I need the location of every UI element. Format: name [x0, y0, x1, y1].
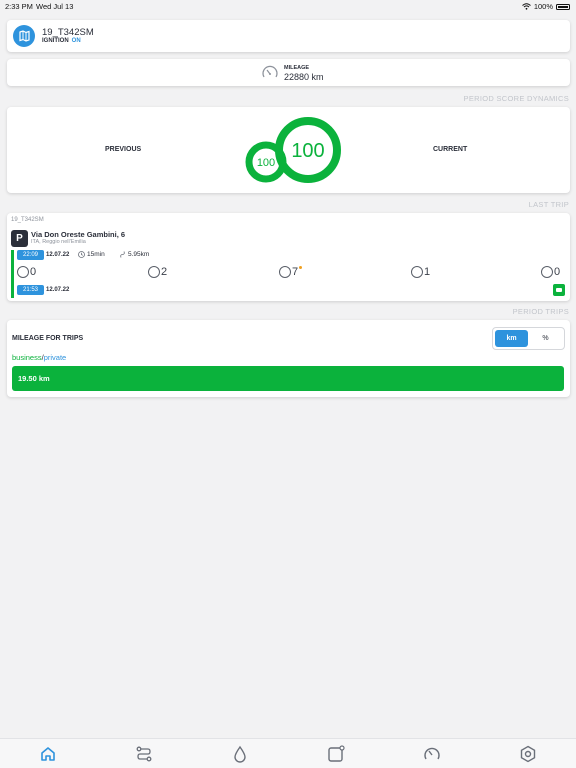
mileage-label: MILEAGE — [284, 65, 310, 71]
event-count: 2 — [161, 266, 168, 278]
section-title-period-trips: PERIOD TRIPS — [512, 307, 569, 316]
parking-icon: P — [11, 230, 28, 247]
last-trip-card[interactable]: 19_T342SM P Via Don Oreste Gambini, 6 IT… — [7, 213, 570, 301]
event-braking: 2 — [148, 266, 167, 278]
status-time: 2:33 PM — [5, 2, 33, 11]
tab-bar — [0, 738, 576, 768]
notes-icon[interactable] — [326, 744, 346, 764]
period-trips-title: MILEAGE FOR TRIPS — [12, 335, 84, 342]
event-count: 0 — [30, 266, 37, 278]
trip-distance-value: 5.95km — [128, 251, 150, 258]
trips-icon[interactable] — [134, 744, 154, 764]
battery-percent: 100% — [533, 2, 553, 11]
trip-distance: 5.95km — [119, 251, 149, 258]
battery-icon — [556, 3, 570, 10]
business-mileage-bar: 19.50 km — [12, 366, 564, 391]
score-card: PREVIOUS CURRENT 100 100 — [7, 107, 570, 193]
event-acceleration: 0 — [17, 266, 36, 278]
cornering-icon — [279, 266, 291, 278]
ignition-state: ON — [71, 38, 81, 44]
trip-address: Via Don Oreste Gambini, 6 — [31, 230, 126, 239]
trip-timeline-bar — [11, 250, 14, 298]
mileage-value: 22880 km — [284, 72, 324, 82]
legend-business: business — [12, 353, 42, 362]
unit-km-button[interactable]: km — [495, 330, 528, 347]
trip-start-date: 12.07.22 — [46, 287, 70, 293]
route-icon — [120, 251, 125, 258]
legend-private: private — [43, 353, 67, 362]
ignition-label: IGNITION — [42, 38, 69, 44]
event-cornering: 7 — [279, 266, 303, 278]
trip-duration-value: 15min — [87, 251, 105, 258]
unit-toggle[interactable]: km % — [492, 327, 565, 350]
trip-duration: 15min — [78, 251, 105, 258]
briefcase-icon — [553, 284, 565, 296]
home-icon[interactable] — [38, 744, 58, 764]
vehicle-card[interactable]: 19_T342SM IGNITION ON — [7, 20, 570, 52]
event-count: 7 — [292, 266, 299, 278]
trip-city: ITA, Reggio nell'Emilia — [31, 239, 86, 245]
trip-start-time: 21:53 — [17, 285, 44, 295]
trip-end-time: 22:09 — [17, 250, 44, 260]
previous-score-value: 100 — [257, 157, 275, 169]
trip-end-date: 12.07.22 — [46, 252, 70, 258]
event-count: 1 — [424, 266, 431, 278]
score-gauges: 100 100 — [245, 117, 341, 183]
status-date: Wed Jul 13 — [36, 2, 74, 11]
alert-dot-icon — [299, 266, 303, 269]
speeding-icon — [411, 266, 423, 278]
speedometer-icon[interactable] — [422, 744, 442, 764]
phone-usage-icon — [541, 266, 553, 278]
status-bar: 2:33 PM Wed Jul 13 100% — [0, 0, 576, 12]
map-icon — [13, 25, 35, 47]
current-label: CURRENT — [433, 146, 468, 153]
trip-type-legend: business/private — [12, 353, 66, 362]
event-phone-usage: 0 — [541, 266, 560, 278]
previous-label: PREVIOUS — [105, 146, 142, 153]
period-trips-card: MILEAGE FOR TRIPS km % business/private … — [7, 320, 570, 397]
event-speeding: 1 — [411, 266, 430, 278]
fuel-icon[interactable] — [230, 744, 250, 764]
acceleration-icon — [17, 266, 29, 278]
braking-icon — [148, 266, 160, 278]
clock-icon — [78, 251, 85, 258]
section-title-score: PERIOD SCORE DYNAMICS — [463, 94, 569, 103]
status-right: 100% — [521, 2, 570, 11]
vehicle-name: 19_T342SM — [42, 27, 94, 38]
current-score-value: 100 — [291, 140, 324, 162]
mileage-card: MILEAGE 22880 km — [7, 59, 570, 86]
settings-icon[interactable] — [518, 744, 538, 764]
section-title-last-trip: LAST TRIP — [528, 200, 569, 209]
event-count: 0 — [554, 266, 561, 278]
unit-percent-button[interactable]: % — [529, 330, 562, 347]
ignition-status: IGNITION ON — [42, 38, 81, 44]
trip-vehicle-id: 19_T342SM — [11, 217, 44, 223]
odometer-icon — [262, 65, 278, 78]
wifi-icon — [521, 3, 531, 10]
